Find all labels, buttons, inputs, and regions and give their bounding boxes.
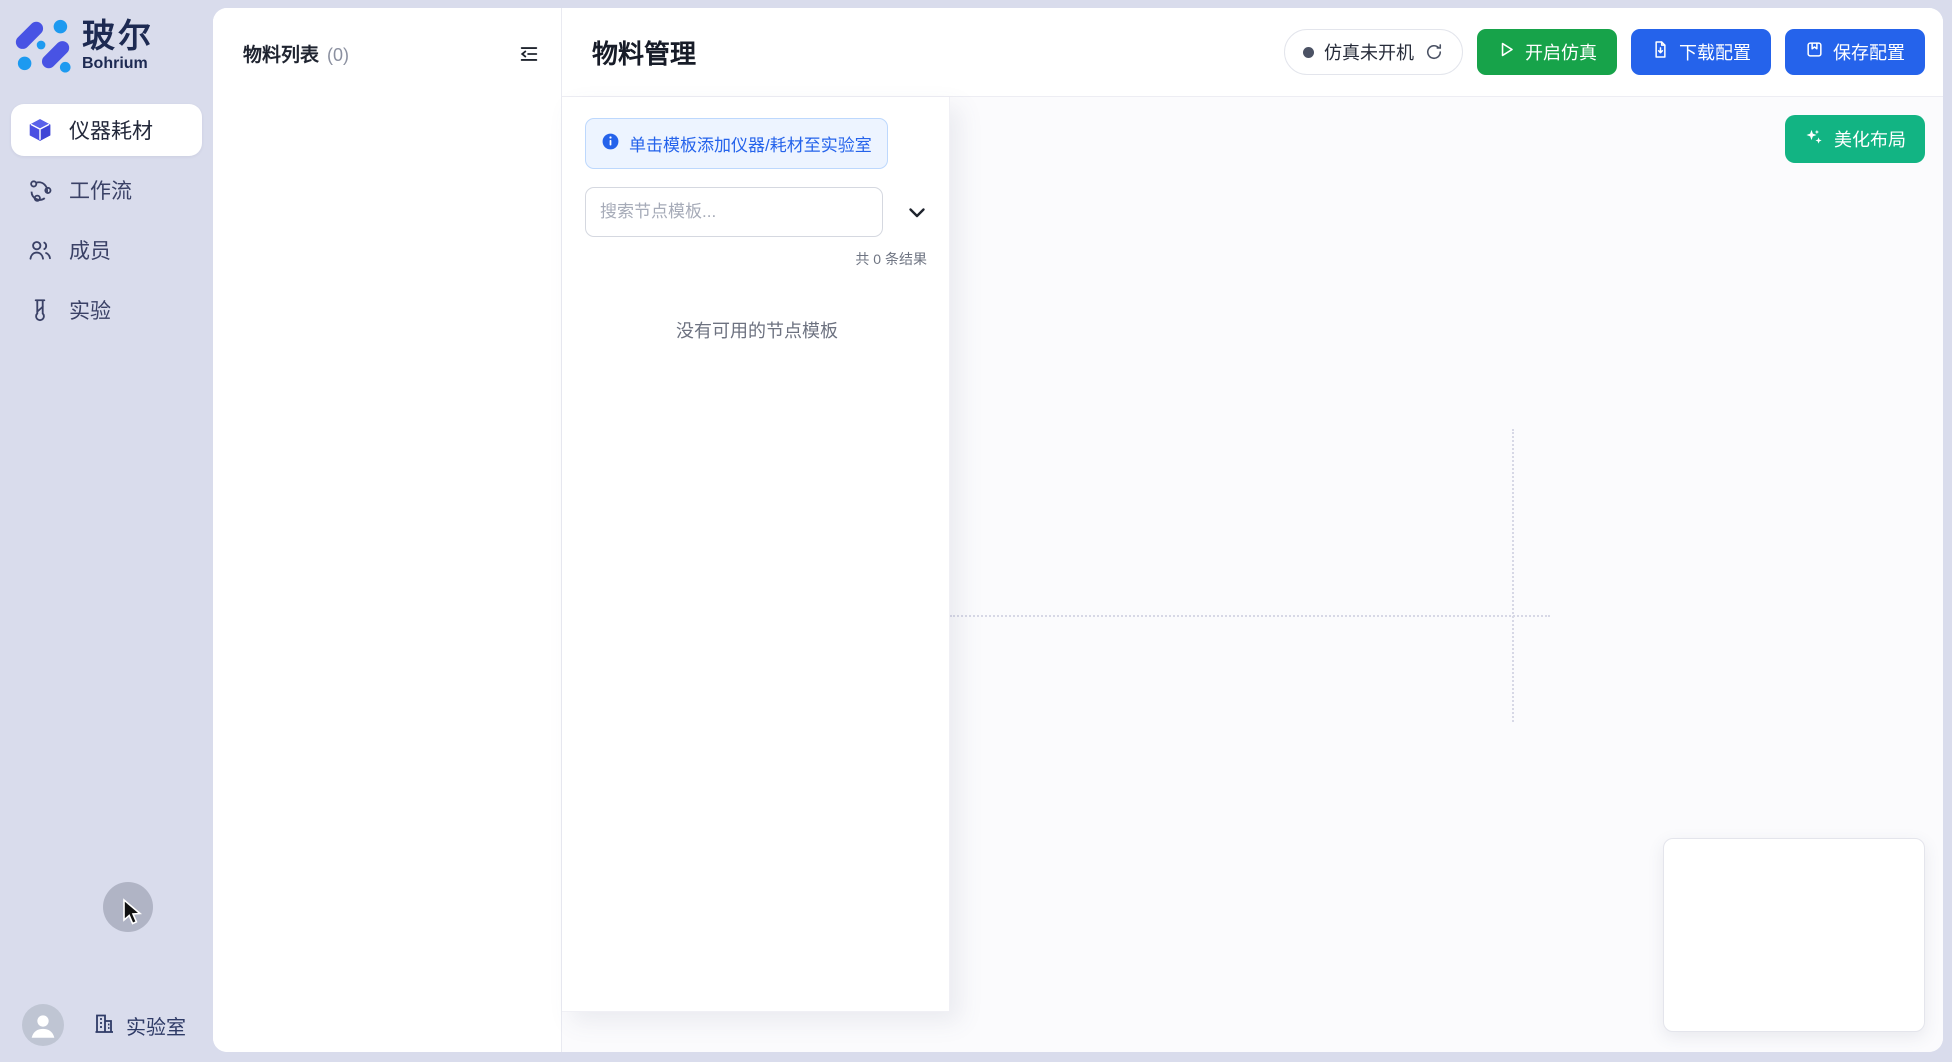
simulation-status-pill[interactable]: 仿真未开机 (1284, 29, 1463, 75)
sparkles-icon (1804, 127, 1824, 152)
page-title: 物料管理 (592, 34, 696, 71)
chevron-down-icon[interactable] (905, 200, 929, 224)
sidebar-item-instruments[interactable]: 仪器耗材 (11, 104, 202, 156)
beautify-layout-button[interactable]: 美化布局 (1785, 115, 1925, 163)
sidebar-item-label: 工作流 (69, 175, 132, 205)
play-icon (1497, 40, 1516, 64)
members-icon (27, 237, 53, 263)
empty-templates-text: 没有可用的节点模板 (585, 317, 929, 343)
sidebar-item-label: 仪器耗材 (69, 115, 153, 145)
bohrium-logo-icon (14, 16, 72, 74)
workflow-icon (27, 177, 53, 203)
lab-switcher[interactable]: 实验室 (92, 1011, 186, 1040)
sidebar-item-experiments[interactable]: 实验 (11, 284, 202, 336)
sidebar-item-label: 成员 (69, 235, 111, 265)
user-avatar[interactable] (22, 1004, 64, 1046)
canvas-guide-line-vertical (1512, 429, 1514, 722)
download-config-button[interactable]: 下载配置 (1631, 29, 1771, 75)
materials-list-title: 物料列表(0) (243, 40, 349, 67)
materials-list-panel: 物料列表(0) (213, 8, 562, 1052)
canvas-guide-line-horizontal (950, 615, 1550, 617)
sidebar-item-members[interactable]: 成员 (11, 224, 202, 276)
node-template-panel: 单击模板添加仪器/耗材至实验室 共 0 条结果 没有可用的节点模板 (562, 97, 950, 1012)
info-icon (601, 132, 620, 156)
info-banner: 单击模板添加仪器/耗材至实验室 (585, 118, 888, 169)
lab-switcher-label: 实验室 (126, 1011, 186, 1040)
search-node-template-input[interactable] (585, 187, 883, 237)
building-icon (92, 1011, 116, 1040)
materials-count: (0) (327, 45, 349, 65)
brand-name-cn: 玻尔 (82, 19, 154, 52)
sidebar-nav: 仪器耗材 工作流 成员 (11, 104, 202, 336)
simulation-status-text: 仿真未开机 (1324, 39, 1414, 65)
collapse-panel-icon[interactable] (517, 42, 541, 66)
result-count: 共 0 条结果 (585, 249, 929, 269)
info-banner-text: 单击模板添加仪器/耗材至实验室 (629, 131, 872, 156)
sidebar-item-workflow[interactable]: 工作流 (11, 164, 202, 216)
refresh-icon[interactable] (1424, 42, 1444, 62)
brand-logo: 玻尔 Bohrium (0, 0, 213, 74)
experiment-icon (27, 297, 53, 323)
canvas-minimap[interactable] (1663, 838, 1925, 1032)
sidebar-item-label: 实验 (69, 295, 111, 325)
app-container: 物料列表(0) 物料管理 仿真未开机 (213, 8, 1943, 1052)
save-icon (1805, 40, 1824, 64)
main-header: 物料管理 仿真未开机 开启仿真 (562, 8, 1943, 97)
brand-name-en: Bohrium (82, 56, 154, 72)
file-download-icon (1651, 40, 1670, 64)
status-dot-icon (1303, 47, 1314, 58)
cube-icon (27, 117, 53, 143)
start-simulation-button[interactable]: 开启仿真 (1477, 29, 1617, 75)
flow-canvas[interactable]: 单击模板添加仪器/耗材至实验室 共 0 条结果 没有可用的节点模板 (562, 97, 1943, 1052)
main-area: 物料管理 仿真未开机 开启仿真 (562, 8, 1943, 1052)
sidebar: 玻尔 Bohrium 仪器耗材 工作流 (0, 0, 213, 1062)
save-config-button[interactable]: 保存配置 (1785, 29, 1925, 75)
